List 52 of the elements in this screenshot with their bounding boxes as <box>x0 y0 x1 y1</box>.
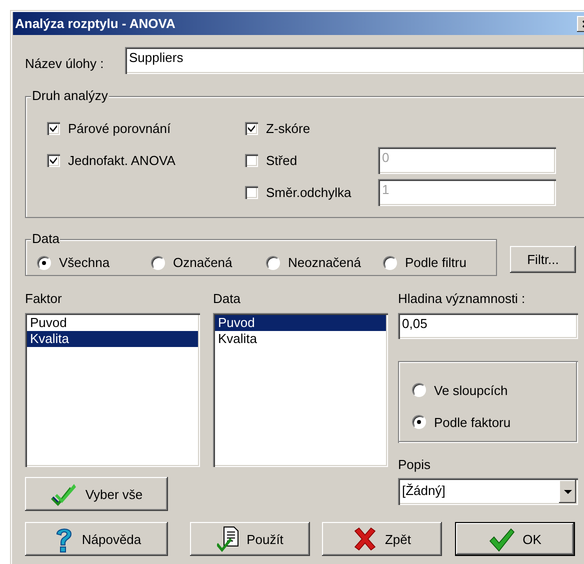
dialog-button[interactable]: Použít <box>190 522 310 556</box>
radio-label: Podle faktoru <box>434 414 511 430</box>
radio-label: Neoznačená <box>288 255 361 270</box>
radio-label: Všechna <box>59 255 110 270</box>
radio-label: Označená <box>173 255 232 270</box>
group-title: Druh analýzy <box>31 88 109 103</box>
list-box[interactable]: Puvod Kvalita <box>25 313 200 467</box>
list-item[interactable]: Puvod <box>27 315 198 331</box>
radio-label: Ve sloupcích <box>434 382 508 398</box>
checkbox-label: Z-skóre <box>266 120 310 136</box>
list-item[interactable]: Kvalita <box>215 331 386 347</box>
radio-button[interactable] <box>266 256 280 270</box>
checkbox[interactable] <box>245 122 258 134</box>
filter-button[interactable]: Filtr... <box>510 246 576 273</box>
checkmark-icon <box>488 526 515 552</box>
checkbox-label: Párové porovnání <box>68 120 171 136</box>
radio-button[interactable] <box>412 383 426 397</box>
select-all-button[interactable]: Vyber vše <box>25 477 168 511</box>
task-name-field[interactable]: Suppliers <box>125 47 584 74</box>
document-check-icon <box>216 526 239 552</box>
checkbox[interactable] <box>47 154 60 166</box>
checkmark-icon <box>50 124 57 132</box>
field-label: Název úlohy : <box>25 55 105 71</box>
radio-button[interactable] <box>151 256 165 270</box>
window-title: Analýza rozptylu - ANOVA <box>15 16 176 31</box>
radio-button[interactable] <box>412 415 426 429</box>
field-label: Popis <box>398 456 432 474</box>
dropdown-value: [Žádný] <box>401 482 446 500</box>
list-label: Faktor <box>25 290 63 308</box>
dropdown[interactable]: [Žádný] <box>398 478 578 505</box>
checkbox-label: Jednofakt. ANOVA <box>68 152 176 168</box>
radio-label: Podle filtru <box>405 255 466 270</box>
dialog-button[interactable]: Zpět <box>322 522 442 556</box>
significance-field[interactable]: 0,05 <box>398 313 578 339</box>
checkbox-label: Střed <box>266 152 298 168</box>
checkbox-label: Směr.odchylka <box>266 184 352 200</box>
checkmark-icon <box>50 156 57 164</box>
group-title: Data <box>31 231 60 246</box>
field-label: Hladina významnosti : <box>398 290 526 308</box>
dropdown-button[interactable] <box>559 480 576 503</box>
checkbox[interactable] <box>47 122 60 134</box>
radio-button[interactable] <box>37 256 51 270</box>
list-item[interactable]: Kvalita <box>27 331 198 347</box>
dialog-button[interactable]: OK <box>455 522 575 556</box>
list-item[interactable]: Puvod <box>215 315 386 331</box>
list-label: Data <box>213 290 242 308</box>
x-icon <box>352 527 377 551</box>
checkmark-icon <box>248 124 255 132</box>
caret-icon <box>564 490 572 494</box>
radio-button[interactable] <box>383 256 397 270</box>
list-box[interactable]: Puvod Kvalita <box>213 313 388 467</box>
dialog-button[interactable]: Nápověda <box>25 522 168 556</box>
